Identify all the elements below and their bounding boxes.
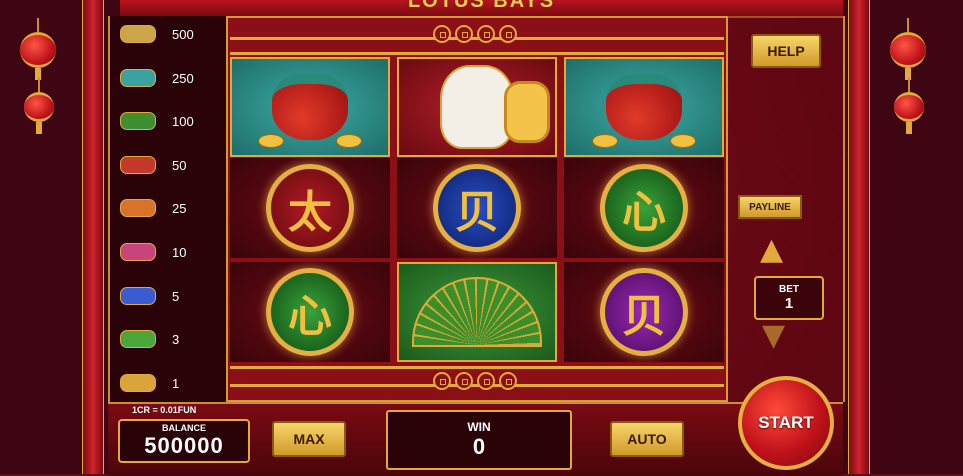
green-medal-symbol: 心 [564, 158, 724, 258]
medal-icon: 贝 [433, 164, 521, 252]
medal-icon: 贝 [600, 268, 688, 356]
auto-button[interactable]: AUTO [610, 421, 684, 457]
lucky-cat-icon [440, 65, 550, 149]
coin-icon [455, 25, 473, 43]
purple-medal-symbol: 贝 [564, 262, 724, 362]
coin-icon [499, 25, 517, 43]
bet-display: BET 1 [754, 276, 824, 320]
help-button[interactable]: HELP [751, 34, 821, 68]
orange-coin-icon [120, 199, 156, 217]
win-value: 0 [472, 434, 486, 459]
pay-value: 1 [172, 375, 180, 391]
coin-icon [499, 372, 517, 390]
pay-value: 100 [172, 113, 194, 129]
money-bag-icon [258, 74, 362, 148]
coin-icon [433, 372, 451, 390]
lantern-icon [24, 78, 54, 134]
pay-value: 250 [172, 70, 194, 86]
medal-icon: 心 [266, 268, 354, 356]
pay-value: 500 [172, 26, 194, 42]
paytable-row: 1 [110, 373, 226, 393]
coin-ornament [433, 372, 517, 390]
money-bag-symbol [230, 57, 390, 157]
green-medal-symbol: 心 [230, 262, 390, 362]
payline-button[interactable]: PAYLINE [738, 195, 802, 219]
pay-value: 50 [172, 157, 187, 173]
win-display: WIN 0 [386, 410, 572, 470]
green-coin-icon [120, 330, 156, 348]
money-bag-icon [592, 74, 696, 148]
gold-bars-icon [120, 25, 156, 43]
max-button[interactable]: MAX [272, 421, 346, 457]
pay-value: 3 [172, 331, 180, 347]
divider [230, 366, 724, 369]
paytable-row: 25 [110, 198, 226, 218]
right-pillar [848, 0, 870, 474]
divider [230, 52, 724, 55]
blue-coin-icon [120, 287, 156, 305]
coin-icon [477, 372, 495, 390]
coin-icon [455, 372, 473, 390]
yellow-coin-icon [120, 374, 156, 392]
bet-value: 1 [784, 295, 794, 312]
paytable-row: 500 [110, 24, 226, 44]
fan-icon [120, 112, 156, 130]
balance-label: BALANCE [162, 423, 206, 433]
money-bag-symbol [564, 57, 724, 157]
coin-icon [477, 25, 495, 43]
paytable-row: 250 [110, 68, 226, 88]
pay-value: 25 [172, 200, 187, 216]
fan-symbol [397, 262, 557, 362]
coin-icon [433, 25, 451, 43]
left-pillar [82, 0, 104, 474]
balance-display: BALANCE 500000 [118, 419, 250, 463]
paytable-row: 5 [110, 286, 226, 306]
win-label: WIN [467, 420, 491, 434]
medal-icon: 太 [266, 164, 354, 252]
pay-value: 10 [172, 244, 187, 260]
blue-medal-symbol: 贝 [397, 158, 557, 258]
paytable: 500 250 100 50 25 10 5 3 1 [108, 16, 228, 402]
game-title: LOTUS BAYS [407, 0, 556, 12]
lantern-stack-icon [120, 69, 156, 87]
medal-icon: 心 [600, 164, 688, 252]
paytable-row: 3 [110, 329, 226, 349]
pay-value: 5 [172, 288, 180, 304]
red-coin-icon [120, 156, 156, 174]
payline-label: PAYLINE [749, 201, 791, 213]
lantern-icon [20, 18, 56, 80]
start-label: START [758, 413, 814, 432]
paytable-row: 50 [110, 155, 226, 175]
lantern-icon [894, 78, 924, 134]
coin-ornament [433, 25, 517, 43]
fan-icon [412, 277, 542, 347]
lucky-cat-symbol [397, 57, 557, 157]
bet-label: BET [779, 284, 799, 295]
credit-rate: 1CR = 0.01FUN [132, 405, 197, 415]
red-medal-symbol: 太 [230, 158, 390, 258]
start-button[interactable]: START [738, 376, 834, 470]
paytable-row: 10 [110, 242, 226, 262]
bet-down-icon[interactable]: ▼ [762, 318, 785, 353]
pink-coin-icon [120, 243, 156, 261]
balance-value: 500000 [144, 433, 224, 458]
bet-up-icon[interactable]: ▲ [760, 232, 783, 267]
paytable-row: 100 [110, 111, 226, 131]
lantern-icon [890, 18, 926, 80]
